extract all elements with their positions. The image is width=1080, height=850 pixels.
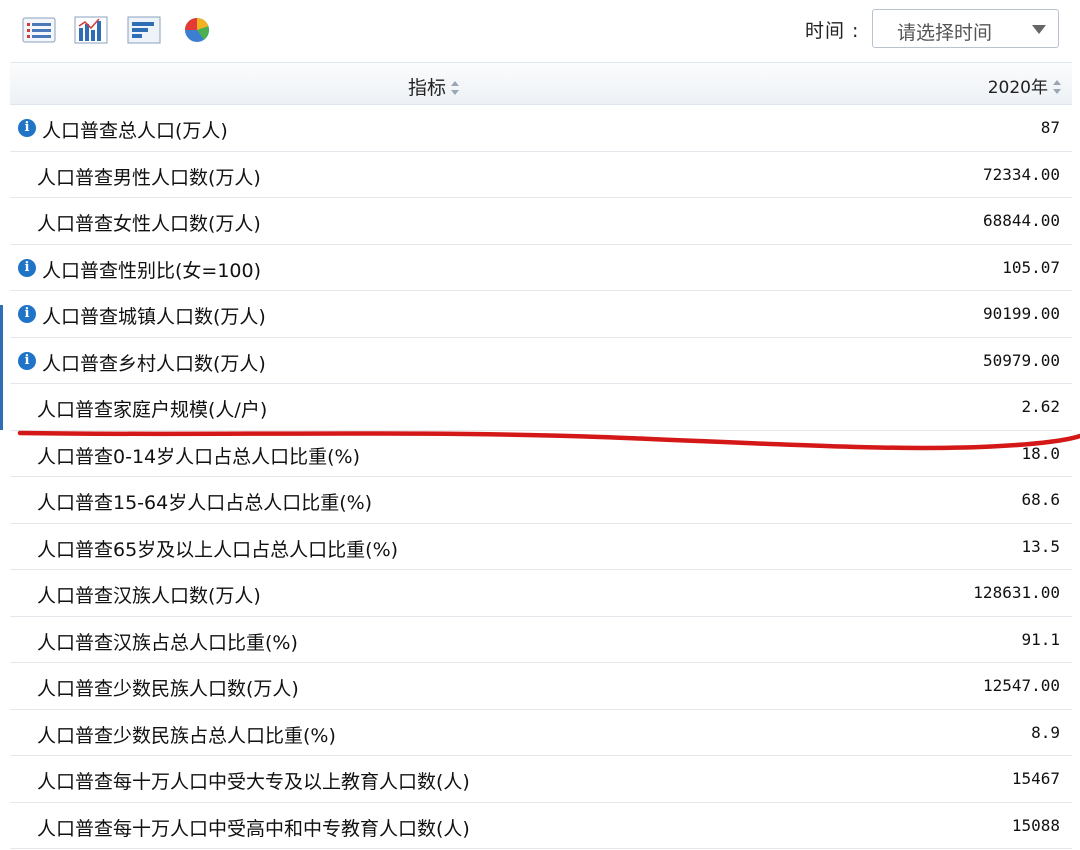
indicator-value: 13.5 [1021,536,1060,556]
indicator-value: 91.1 [1021,629,1060,649]
toolbar: 时间 : 请选择时间 [0,0,1080,62]
table-row[interactable]: i 人口普查乡村人口数(万人) 50979.00 [10,338,1072,384]
indicator-value: 87 [1040,118,1060,137]
table-row[interactable]: 人口普查汉族占总人口比重(%) 91.1 [10,617,1072,663]
indicator-value: 18.0 [1021,443,1060,463]
indicator-value: 68.6 [1021,490,1060,509]
time-select[interactable]: 请选择时间 [872,9,1059,48]
sort-icon[interactable] [1052,79,1062,95]
indicator-name: 人口普查少数民族人口数(万人) [37,678,299,700]
indicator-header-label: 指标 [408,77,447,99]
indicator-name: 人口普查每十万人口中受大专及以上教育人口数(人) [37,771,470,793]
indicator-name: 人口普查汉族人口数(万人) [37,585,261,607]
indicator-name: 人口普查0-14岁人口占总人口比重(%) [37,445,361,468]
table-row[interactable]: 人口普查女性人口数(万人) 68844.00 [10,198,1072,245]
indicator-value: 15467 [1011,769,1060,788]
info-icon[interactable]: i [18,119,36,137]
table-row[interactable]: 人口普查每十万人口中受大专及以上教育人口数(人) 15467 [10,756,1072,803]
table-row[interactable]: i 人口普查总人口(万人) 87 [10,105,1072,152]
table-row[interactable]: 人口普查男性人口数(万人) 72334.00 [10,152,1072,198]
indicator-name: 人口普查15-64岁人口占总人口比重(%) [37,492,373,514]
indicator-value: 15088 [1011,815,1060,835]
table-body: i 人口普查总人口(万人) 87 人口普查男性人口数(万人) 72334.00 人口普查女… [10,105,1072,849]
indicator-value: 128631.00 [973,583,1060,602]
table-view-icon[interactable] [22,16,56,44]
indicator-value: 8.9 [1031,722,1060,742]
sort-icon[interactable] [450,80,460,96]
chevron-down-icon [1032,25,1046,34]
indicator-name: 人口普查城镇人口数(万人) [42,306,266,328]
time-select-placeholder: 请选择时间 [897,22,993,44]
table-row[interactable]: 人口普查0-14岁人口占总人口比重(%) 18.0 [10,431,1072,477]
table-row[interactable]: 人口普查少数民族占总人口比重(%) 8.9 [10,710,1072,756]
table-row[interactable]: i 人口普查性别比(女=100) 105.07 [10,245,1072,291]
table-row[interactable]: i 人口普查城镇人口数(万人) 90199.00 [10,291,1072,338]
indicator-name: 人口普查性别比(女=100) [42,259,262,282]
indicator-name: 人口普查家庭户规模(人/户) [37,399,268,421]
time-label: 时间 : [805,20,860,42]
indicator-name: 人口普查女性人口数(万人) [37,213,261,235]
indicator-name: 人口普查乡村人口数(万人) [42,352,266,375]
table-header: 指标 2020年 [10,62,1072,105]
table-row[interactable]: 人口普查汉族人口数(万人) 128631.00 [10,570,1072,617]
table-row[interactable]: 人口普查每十万人口中受高中和中专教育人口数(人) 15088 [10,803,1072,849]
indicator-name: 人口普查汉族占总人口比重(%) [37,631,298,654]
info-icon[interactable]: i [18,351,36,370]
horizontal-bar-chart-icon[interactable] [127,16,161,44]
row-highlight-marker [0,305,3,430]
table-row[interactable]: 人口普查家庭户规模(人/户) 2.62 [10,384,1072,431]
indicator-name: 人口普查65岁及以上人口占总人口比重(%) [37,538,399,561]
indicator-value: 72334.00 [982,164,1060,184]
data-table: 指标 2020年 i 人口普查总人口(万人) 87 人口普查男性人口数(万人) 7233… [10,62,1072,850]
bar-chart-icon[interactable] [74,16,108,44]
table-row[interactable]: 人口普查少数民族人口数(万人) 12547.00 [10,663,1072,710]
indicator-value: 68844.00 [982,211,1060,230]
info-icon[interactable]: i [18,305,36,323]
table-row[interactable]: 人口普查65岁及以上人口占总人口比重(%) 13.5 [10,524,1072,570]
indicator-value: 2.62 [1021,397,1060,416]
info-icon[interactable]: i [18,258,36,277]
indicator-value: 105.07 [1002,257,1060,277]
indicator-value: 50979.00 [982,350,1060,370]
table-row[interactable]: 人口普查15-64岁人口占总人口比重(%) 68.6 [10,477,1072,524]
indicator-name: 人口普查男性人口数(万人) [37,166,261,189]
indicator-value: 12547.00 [982,676,1060,695]
year-column-header[interactable]: 2020年 [988,73,1062,98]
indicator-value: 90199.00 [982,304,1060,323]
year-header-label: 2020年 [987,78,1048,98]
indicator-column-header[interactable]: 指标 [408,73,460,100]
indicator-name: 人口普查每十万人口中受高中和中专教育人口数(人) [37,817,470,840]
indicator-name: 人口普查少数民族占总人口比重(%) [37,724,336,747]
pie-chart-icon[interactable] [180,16,214,44]
indicator-name: 人口普查总人口(万人) [42,120,228,142]
